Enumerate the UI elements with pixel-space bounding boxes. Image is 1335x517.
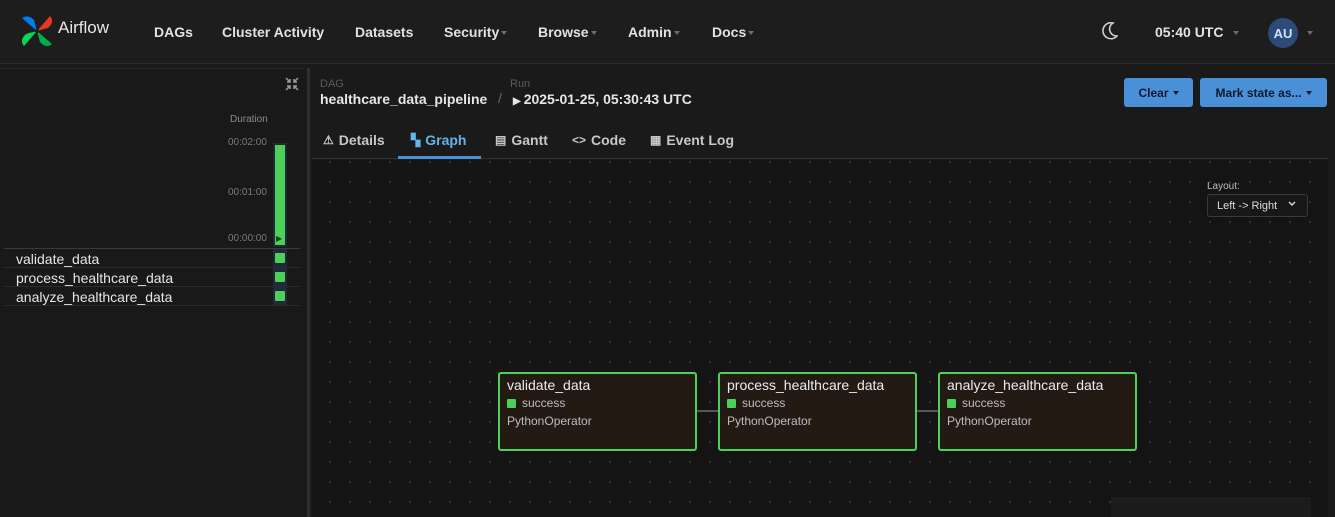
chevron-down-icon[interactable] [1307,31,1313,35]
brand-name: Airflow [58,18,110,37]
tab-gantt[interactable]: ▤ Gantt [495,132,548,148]
task-name[interactable]: validate_data [16,251,99,267]
graph-minimap[interactable] [1111,497,1311,517]
duration-tick: 00:02:00 [228,137,267,148]
status-square [727,399,736,408]
task-node-name: process_healthcare_data [727,377,885,393]
task-name[interactable]: analyze_healthcare_data [16,289,172,305]
breadcrumb-dag-id[interactable]: healthcare_data_pipeline [320,91,487,107]
nav-security[interactable]: Security [444,24,508,40]
chevron-down-icon [501,31,508,36]
chevron-down-icon [1305,90,1312,95]
top-navbar: Airflow DAGs Cluster Activity Datasets S… [0,0,1335,64]
graph-edge [917,410,939,412]
duration-tick: 00:00:00 [228,233,267,244]
nav-cluster-activity[interactable]: Cluster Activity [222,24,324,40]
duration-label: Duration [230,114,268,125]
task-row[interactable]: process_healthcare_data [4,268,300,287]
nav-datasets[interactable]: Datasets [355,24,413,40]
collapse-icon[interactable] [284,76,300,92]
task-node-name: analyze_healthcare_data [947,377,1104,393]
task-node[interactable]: process_healthcare_data success PythonOp… [718,372,917,451]
task-node[interactable]: analyze_healthcare_data success PythonOp… [938,372,1137,451]
nav-docs[interactable]: Docs [712,24,755,40]
dag-run-duration-bar[interactable] [275,145,285,245]
timezone-menu[interactable]: 05:40 UTC [1155,24,1240,40]
duration-tick: 00:01:00 [228,187,267,198]
task-node-operator: PythonOperator [947,414,1032,428]
graph-canvas[interactable] [312,160,1328,517]
tab-details[interactable]: ⚠ Details [323,132,385,148]
nav-dags[interactable]: DAGs [154,24,193,40]
chevron-down-icon [1233,31,1240,36]
calendar-icon: ▦ [650,133,662,147]
task-node-operator: PythonOperator [507,414,592,428]
task-instance-cell[interactable] [273,249,287,267]
tab-event-log[interactable]: ▦ Event Log [650,132,734,148]
layout-label: Layout: [1207,181,1240,192]
airflow-logo-icon [21,16,53,47]
mark-state-button[interactable]: Mark state as... [1200,78,1327,107]
user-avatar[interactable]: AU [1268,18,1298,48]
task-row[interactable]: analyze_healthcare_data [4,287,300,306]
breadcrumb-run-id[interactable]: ▶ 2025-01-25, 05:30:43 UTC [513,91,692,107]
clear-button[interactable]: Clear [1124,78,1193,107]
status-square [275,272,285,282]
gantt-icon: ▤ [495,133,507,147]
task-node-status: success [962,396,1006,410]
chevron-down-icon [1172,90,1179,95]
nav-browse[interactable]: Browse [538,24,597,40]
chevron-down-icon [673,31,680,36]
task-node-status: success [522,396,566,410]
grid-panel: Duration 00:02:00 00:01:00 00:00:00 ▶ va… [0,68,304,517]
graph-edge [697,410,719,412]
breadcrumb-dag-label: DAG [320,78,344,90]
play-icon: ▶ [276,234,283,243]
play-icon: ▶ [513,96,521,107]
chevron-down-icon [590,31,597,36]
status-square [275,291,285,301]
status-square [947,399,956,408]
status-square [507,399,516,408]
task-node-status: success [742,396,786,410]
task-node-name: validate_data [507,377,591,393]
tab-graph[interactable]: ▚ Graph [411,132,466,148]
airflow-home-link[interactable]: Airflow [18,12,109,50]
task-name[interactable]: process_healthcare_data [16,270,173,286]
tab-code[interactable]: <> Code [572,132,626,148]
task-node-operator: PythonOperator [727,414,812,428]
breadcrumb-run-label: Run [510,78,531,90]
panel-resize-handle[interactable] [307,68,310,517]
status-square [275,253,285,263]
active-tab-indicator [398,156,481,159]
code-icon: <> [572,133,587,147]
chevron-down-icon [1288,201,1296,206]
warning-icon: ⚠ [323,133,334,147]
task-instance-cell[interactable] [273,268,287,286]
moon-icon[interactable] [1102,22,1118,40]
task-row[interactable]: validate_data [4,249,300,268]
chevron-down-icon [748,31,755,36]
task-instance-cell[interactable] [273,287,287,305]
task-node[interactable]: validate_data success PythonOperator [498,372,697,451]
breadcrumb-separator: / [498,90,502,106]
nav-admin[interactable]: Admin [628,24,680,40]
task-list: validate_data process_healthcare_data an… [4,248,300,306]
tab-bar: ⚠ Details ▚ Graph ▤ Gantt <> Code ▦ Event Log [312,118,1328,159]
graph-icon: ▚ [411,133,421,147]
